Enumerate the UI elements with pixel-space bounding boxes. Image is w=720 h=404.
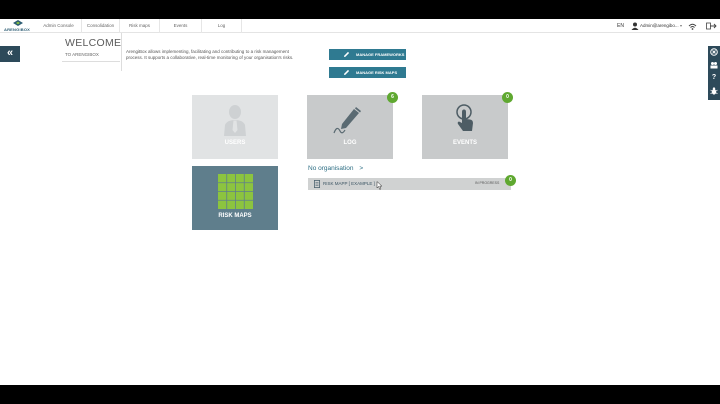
organisation-link[interactable]: No organisation > (308, 165, 363, 172)
language-selector[interactable]: EN (617, 19, 624, 33)
risk-grid-icon (218, 174, 253, 209)
risk-maps-tile[interactable]: RISK MAPS (192, 166, 278, 230)
document-icon (314, 180, 320, 188)
double-chevron-left-icon: « (6, 47, 14, 59)
risk-map-name[interactable]: RISK MAPP [ EXAMPLE ] (323, 178, 375, 189)
logo-mark-icon (13, 20, 23, 26)
pen-icon (344, 69, 350, 75)
pen-signature-icon (333, 107, 361, 134)
events-tile[interactable]: EVENTS (422, 95, 508, 159)
arengibox-logo[interactable]: ARENGIBOX (4, 19, 34, 33)
mouse-cursor-icon (376, 181, 383, 190)
touch-hand-icon (456, 104, 473, 131)
title-divider-vertical (121, 33, 122, 71)
events-count-badge: 0 (502, 92, 513, 103)
title-divider (62, 61, 120, 62)
pen-icon (344, 51, 350, 57)
risk-map-count-badge: 0 (505, 175, 516, 186)
user-menu[interactable]: Admin@arengibo... (640, 19, 679, 33)
manage-risk-maps-label: MANAGE RISK MAPS (356, 70, 398, 75)
close-circle-icon[interactable] (710, 48, 718, 56)
help-icon[interactable]: ? (710, 74, 718, 82)
risk-maps-tile-label: RISK MAPS (218, 213, 252, 219)
chevron-down-icon[interactable]: ▾ (680, 19, 682, 33)
connection-status-icon (688, 23, 697, 30)
risk-map-row[interactable]: RISK MAPP [ EXAMPLE ] IN PROGRESS (308, 178, 511, 190)
logo-text: ARENGIBOX (4, 27, 31, 32)
users-tile-label: USERS (224, 140, 246, 146)
organisation-label: No organisation (308, 165, 354, 172)
chevron-right-icon: > (359, 165, 364, 172)
nav-log[interactable]: Log (202, 19, 242, 33)
right-toolbar: ? (708, 46, 720, 100)
users-group-icon[interactable] (710, 61, 718, 69)
log-tile[interactable]: LOG (307, 95, 393, 159)
app-window: ARENGIBOX Admin Console Consolidation Ri… (0, 19, 720, 385)
events-tile-label: EVENTS (452, 140, 477, 146)
risk-map-status: IN PROGRESS (475, 181, 500, 185)
page-title: WELCOME (65, 37, 122, 49)
nav-admin-console[interactable]: Admin Console (36, 19, 82, 33)
nav-risk-maps[interactable]: Risk maps (120, 19, 160, 33)
manage-frameworks-button[interactable]: MANAGE FRAMEWORKS (329, 49, 406, 60)
log-tile-label: LOG (343, 140, 357, 146)
bug-icon[interactable] (710, 87, 718, 95)
manage-frameworks-label: MANAGE FRAMEWORKS (356, 52, 405, 57)
welcome-description: ArengiBox allows implementing, facilitat… (126, 49, 294, 60)
top-navigation: ARENGIBOX Admin Console Consolidation Ri… (0, 19, 720, 33)
manage-risk-maps-button[interactable]: MANAGE RISK MAPS (329, 67, 406, 78)
logout-icon[interactable] (706, 22, 717, 30)
log-count-badge: 6 (387, 92, 398, 103)
user-tie-icon (224, 105, 246, 136)
users-tile[interactable]: USERS (192, 95, 278, 159)
sidebar-toggle-button[interactable]: « (0, 46, 20, 62)
user-icon[interactable] (631, 22, 639, 30)
nav-consolidation[interactable]: Consolidation (82, 19, 120, 33)
nav-events[interactable]: Events (160, 19, 202, 33)
page-subtitle: TO ARENGIBOX (65, 52, 99, 57)
